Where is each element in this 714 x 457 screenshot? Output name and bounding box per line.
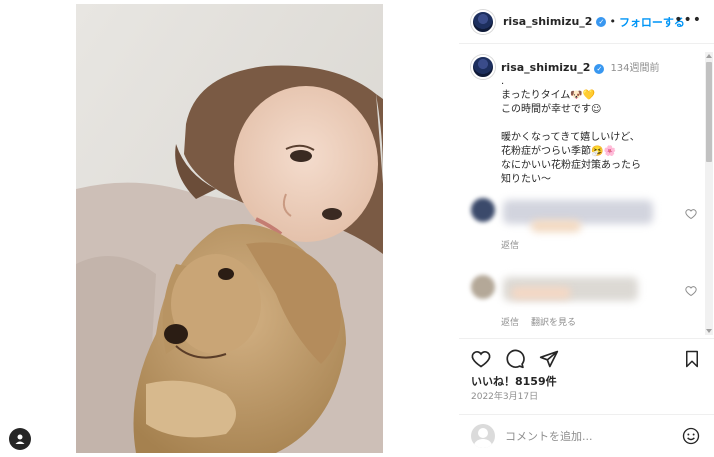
caption-header: risa_shimizu_2 ✓ 134週間前 <box>501 59 660 74</box>
reply-button[interactable]: 返信 <box>501 315 519 328</box>
separator-dot: • <box>609 15 616 28</box>
translate-button[interactable]: 翻訳を見る <box>531 315 576 328</box>
heart-icon <box>471 350 491 367</box>
author-username[interactable]: risa_shimizu_2 <box>503 15 592 28</box>
post-side-panel: risa_shimizu_2 ✓ • フォローする ••• risa_shimi… <box>459 0 714 457</box>
bookmark-icon <box>686 350 698 368</box>
share-button[interactable] <box>539 349 559 369</box>
save-button[interactable] <box>682 349 702 369</box>
comment-input[interactable] <box>505 429 675 443</box>
scroll-down-icon[interactable] <box>706 329 712 333</box>
comment-button[interactable] <box>505 349 525 369</box>
add-comment-bar <box>459 414 714 457</box>
comments-scroll-area[interactable]: risa_shimizu_2 ✓ 134週間前 . まったりタイム🐶💛 この時間が幸… <box>459 45 714 335</box>
emoji-icon[interactable] <box>682 427 700 445</box>
scroll-up-icon[interactable] <box>706 54 712 58</box>
verified-icon: ✓ <box>594 64 605 74</box>
heart-icon[interactable] <box>685 208 697 220</box>
share-icon <box>539 350 559 367</box>
comment-item: 返信 <box>471 198 701 258</box>
like-count[interactable]: いいね！8159件 <box>471 373 557 389</box>
caption-text: . まったりタイム🐶💛 この時間が幸せです☺︎ 暖かくなってきて嬉しいけど、 花… <box>501 76 641 185</box>
comment-item: 返信 翻訳を見る <box>471 275 701 335</box>
account-icon-button[interactable] <box>9 428 31 450</box>
more-icon[interactable]: ••• <box>674 12 702 28</box>
comment-avatar[interactable] <box>471 198 495 222</box>
post-actions <box>459 338 714 378</box>
post-header: risa_shimizu_2 ✓ • フォローする ••• <box>459 0 714 44</box>
comment-actions: 返信 <box>501 238 519 251</box>
post-date[interactable]: 2022年3月17日 <box>471 389 538 402</box>
person-icon <box>15 434 25 444</box>
like-button[interactable] <box>471 349 491 369</box>
blurred-comment-emoji <box>511 287 571 299</box>
reply-button[interactable]: 返信 <box>501 238 519 251</box>
current-user-avatar <box>471 424 495 448</box>
caption-age[interactable]: 134週間前 <box>610 63 659 74</box>
comments-scrollbar[interactable] <box>705 52 713 335</box>
caption-avatar[interactable] <box>471 55 495 79</box>
comment-avatar[interactable] <box>471 275 495 299</box>
comment-actions: 返信 翻訳を見る <box>501 315 576 328</box>
verified-icon: ✓ <box>596 16 607 27</box>
photo-illustration <box>76 4 383 453</box>
scrollbar-thumb[interactable] <box>706 62 712 162</box>
comment-icon <box>506 349 525 368</box>
heart-icon[interactable] <box>685 285 697 297</box>
blurred-comment-emoji <box>531 220 581 232</box>
caption-username[interactable]: risa_shimizu_2 <box>501 61 590 74</box>
author-avatar[interactable] <box>471 9 495 34</box>
post-photo[interactable] <box>76 4 383 453</box>
